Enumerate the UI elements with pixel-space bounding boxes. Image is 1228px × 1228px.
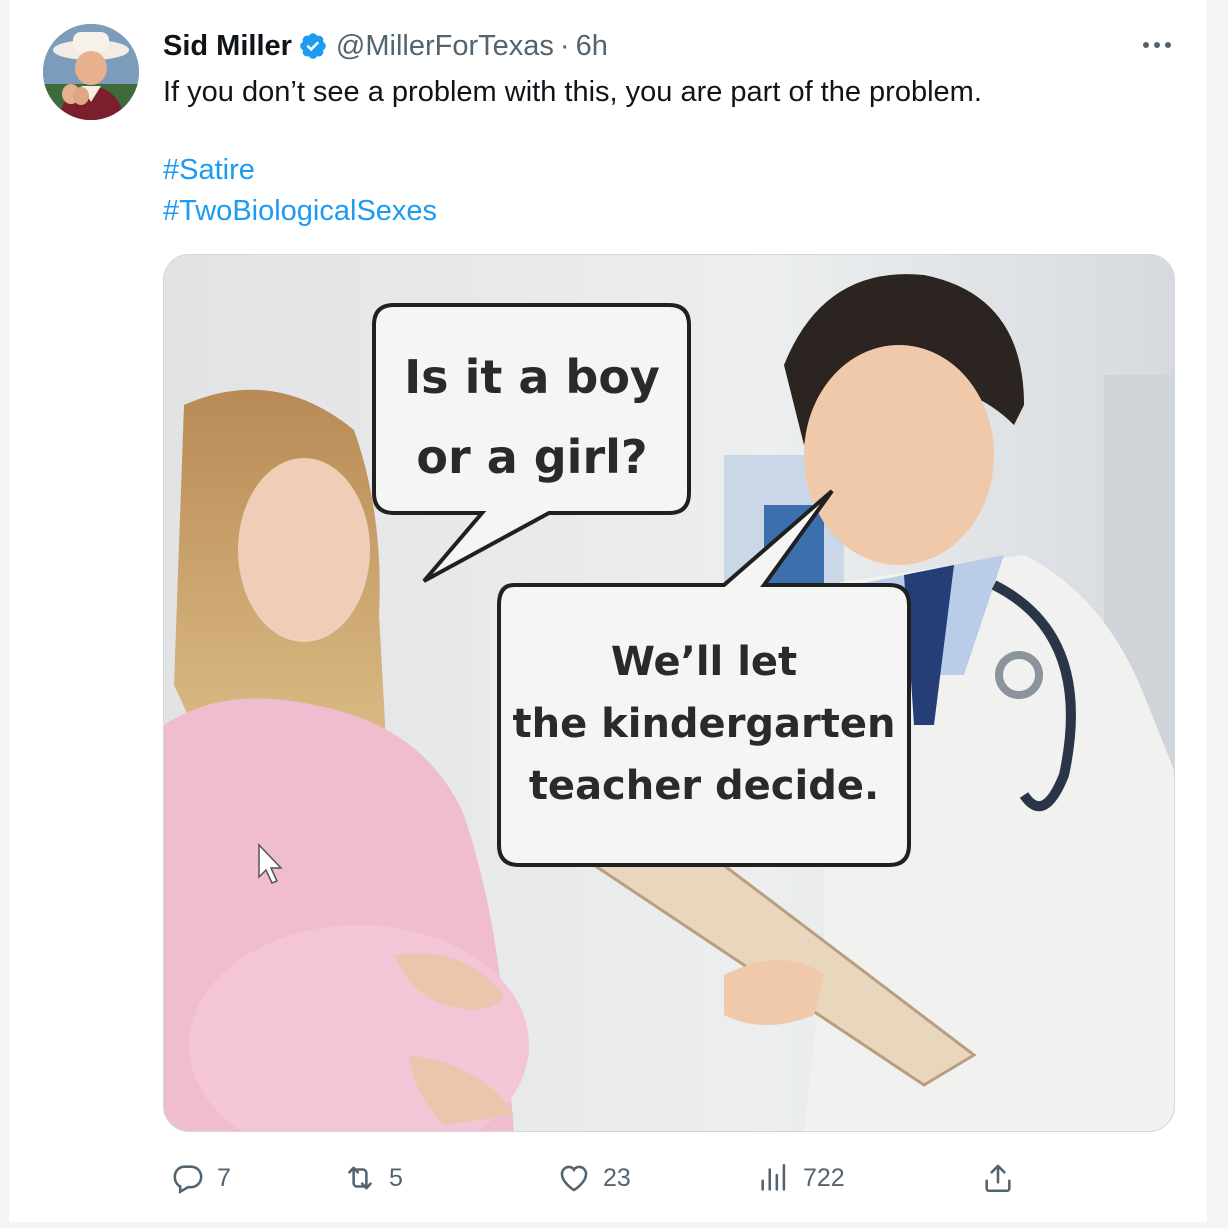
reply-icon — [173, 1165, 203, 1194]
reply-button[interactable]: 7 — [171, 1156, 231, 1200]
avatar[interactable] — [43, 24, 139, 120]
share-button[interactable] — [981, 1156, 1015, 1200]
hashtag-two-biological-sexes[interactable]: #TwoBiologicalSexes — [163, 191, 437, 232]
author-handle[interactable]: @MillerForTexas — [336, 30, 554, 63]
retweet-icon — [348, 1166, 372, 1190]
retweet-count: 5 — [389, 1163, 403, 1192]
share-icon — [985, 1164, 1011, 1193]
verified-badge-icon — [298, 31, 328, 61]
tweet-media[interactable]: Is it a boy or a girl? We’ll let the kin… — [163, 254, 1175, 1132]
action-bar: 7 5 23 722 — [163, 1156, 1175, 1200]
bubble-1-line-1: Is it a boy — [404, 350, 660, 404]
author-name[interactable]: Sid Miller — [163, 30, 292, 63]
tweet-card[interactable]: Sid Miller @MillerForTexas · 6h If you d… — [8, 0, 1208, 1222]
separator: · — [559, 29, 570, 62]
meme-image: Is it a boy or a girl? We’ll let the kin… — [164, 255, 1174, 1131]
like-button[interactable]: 23 — [557, 1156, 631, 1200]
bubble-1-line-2: or a girl? — [416, 430, 647, 484]
hashtags: #Satire #TwoBiologicalSexes — [163, 150, 437, 232]
views-count: 722 — [803, 1163, 845, 1192]
bubble-2-line-3: teacher decide. — [529, 763, 879, 809]
bubble-2-line-2: the kindergarten — [512, 701, 895, 747]
views-button[interactable]: 722 — [757, 1156, 845, 1200]
avatar-image — [43, 24, 139, 120]
timestamp[interactable]: 6h — [576, 30, 608, 63]
views-icon — [761, 1163, 786, 1191]
reply-count: 7 — [217, 1163, 231, 1192]
heart-icon — [560, 1165, 588, 1192]
like-count: 23 — [603, 1163, 631, 1192]
tweet-text: If you don’t see a problem with this, yo… — [163, 76, 982, 108]
hashtag-satire[interactable]: #Satire — [163, 150, 437, 191]
bubble-2-line-1: We’ll let — [611, 639, 797, 685]
retweet-button[interactable]: 5 — [343, 1156, 403, 1200]
more-icon[interactable] — [1137, 30, 1177, 60]
tweet-header: Sid Miller @MillerForTexas · 6h — [163, 26, 608, 66]
